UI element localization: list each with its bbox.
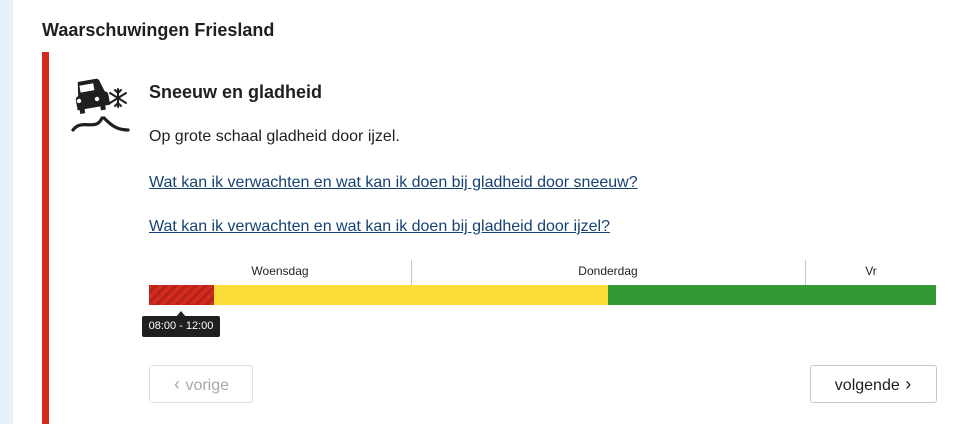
next-label: volgende — [834, 377, 900, 394]
timeline-segment-red[interactable] — [149, 285, 214, 305]
link-snow-advice[interactable]: Wat kan ik verwachten en wat kan ik doen… — [149, 174, 638, 192]
previous-label: vorige — [185, 377, 230, 394]
day-label-friday: Vr — [865, 264, 877, 278]
region-heading: Waarschuwingen Friesland — [42, 20, 275, 40]
timeline-segment-green[interactable] — [608, 285, 936, 305]
timeline-segment-yellow[interactable] — [214, 285, 608, 305]
chevron-left-icon: ‹ — [173, 374, 180, 394]
timeline-tooltip: 08:00 - 12:00 — [142, 316, 220, 337]
severity-bar — [42, 52, 49, 424]
previous-button[interactable]: ‹ vorige — [149, 365, 253, 403]
warning-timeline: Woensdag Donderdag Vr — [149, 260, 936, 306]
page-edge-strip — [0, 0, 13, 424]
chevron-right-icon: › — [905, 374, 912, 394]
slippery-car-snowflake-icon — [71, 78, 130, 132]
warning-description: Op grote schaal gladheid door ijzel. — [149, 128, 400, 145]
day-label-thursday: Donderdag — [578, 264, 638, 278]
link-ice-advice[interactable]: Wat kan ik verwachten en wat kan ik doen… — [149, 218, 610, 236]
next-button[interactable]: volgende › — [810, 365, 937, 403]
warning-title: Sneeuw en gladheid — [149, 82, 323, 102]
day-label-wednesday: Woensdag — [251, 264, 309, 278]
